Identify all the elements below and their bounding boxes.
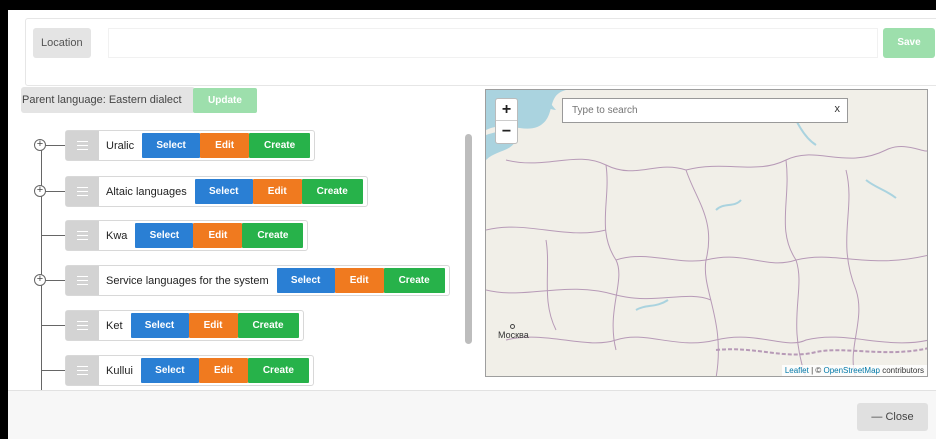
select-button[interactable]: Select [130, 313, 189, 338]
tree-node-label: Altaic languages [106, 185, 187, 198]
map-attribution: Leaflet | © OpenStreetMap contributors [781, 365, 927, 376]
osm-link[interactable]: OpenStreetMap [823, 366, 879, 375]
dialog-footer: — Close [8, 390, 936, 439]
map-view[interactable]: + − x Москва Leaflet | © OpenStreetMap c… [485, 89, 928, 377]
tree-node-label: Kullui [106, 364, 133, 377]
location-panel: Location Save [25, 18, 936, 86]
tree-node-box: Uralic Select Edit Create [65, 130, 316, 161]
close-label: Close [885, 411, 914, 423]
tree-node-box: Altaic languages Select Edit Create [65, 176, 368, 207]
create-button[interactable]: Create [249, 133, 311, 158]
tree-node-box: Kwa Select Edit Create [65, 220, 309, 251]
create-button[interactable]: Create [247, 358, 309, 383]
attribution-tail: contributors [879, 366, 924, 375]
create-button[interactable]: Create [242, 223, 304, 248]
drag-handle-icon[interactable] [66, 266, 99, 295]
drag-handle-icon[interactable] [66, 177, 99, 206]
language-dialog: Location Save Parent language: Eastern d… [8, 10, 936, 439]
map-tiles [486, 90, 927, 376]
tree-branch-line [41, 325, 65, 326]
create-button[interactable]: Create [237, 313, 299, 338]
tree-branch-line [45, 145, 65, 146]
select-button[interactable]: Select [140, 358, 199, 383]
tree-node-box: Service languages for the system Select … [65, 265, 450, 296]
edit-button[interactable]: Edit [188, 313, 238, 338]
tree-branch-line [45, 191, 65, 192]
drag-handle-icon[interactable] [66, 356, 99, 385]
create-button[interactable]: Create [301, 179, 363, 204]
minus-icon: — [871, 411, 883, 423]
select-button[interactable]: Select [276, 268, 335, 293]
tree-node-label: Uralic [106, 139, 135, 152]
tree-scrollbar[interactable] [465, 134, 472, 344]
tree-connector-line [41, 140, 42, 402]
edit-button[interactable]: Edit [200, 133, 250, 158]
update-button[interactable]: Update [193, 88, 257, 113]
drag-handle-icon[interactable] [66, 311, 99, 340]
zoom-out-button[interactable]: − [496, 121, 517, 143]
create-button[interactable]: Create [383, 268, 445, 293]
tree-branch-line [45, 280, 65, 281]
leaflet-link[interactable]: Leaflet [785, 366, 809, 375]
edit-button[interactable]: Edit [193, 223, 243, 248]
select-button[interactable]: Select [142, 133, 201, 158]
drag-handle-icon[interactable] [66, 221, 99, 250]
select-button[interactable]: Select [135, 223, 194, 248]
zoom-in-button[interactable]: + [496, 99, 517, 121]
parent-language-label: Parent language: Eastern dialect [21, 87, 195, 113]
city-label: Москва [498, 330, 529, 340]
edit-button[interactable]: Edit [198, 358, 248, 383]
location-label: Location [33, 28, 91, 58]
tree-node-label: Kwa [106, 229, 128, 242]
select-button[interactable]: Select [194, 179, 253, 204]
save-button[interactable]: Save [883, 28, 935, 58]
drag-handle-icon[interactable] [66, 131, 99, 160]
clear-search-icon[interactable]: x [835, 103, 841, 115]
attribution-separator: | © [808, 366, 824, 375]
tree-node-label: Ket [106, 319, 123, 332]
close-button[interactable]: — Close [857, 403, 928, 431]
edit-button[interactable]: Edit [252, 179, 302, 204]
tree-branch-line [41, 235, 65, 236]
edit-button[interactable]: Edit [334, 268, 384, 293]
city-marker-icon [510, 324, 515, 329]
tree-node-box: Ket Select Edit Create [65, 310, 304, 341]
tree-branch-line [41, 370, 65, 371]
zoom-control: + − [495, 98, 518, 144]
tree-node-label: Service languages for the system [106, 274, 269, 287]
map-search: x [562, 98, 848, 123]
map-search-input[interactable] [563, 99, 803, 122]
location-input[interactable] [108, 28, 878, 58]
tree-node-box: Kullui Select Edit Create [65, 355, 314, 386]
language-tree: + Uralic Select Edit Create + Altaic lan… [8, 122, 478, 402]
